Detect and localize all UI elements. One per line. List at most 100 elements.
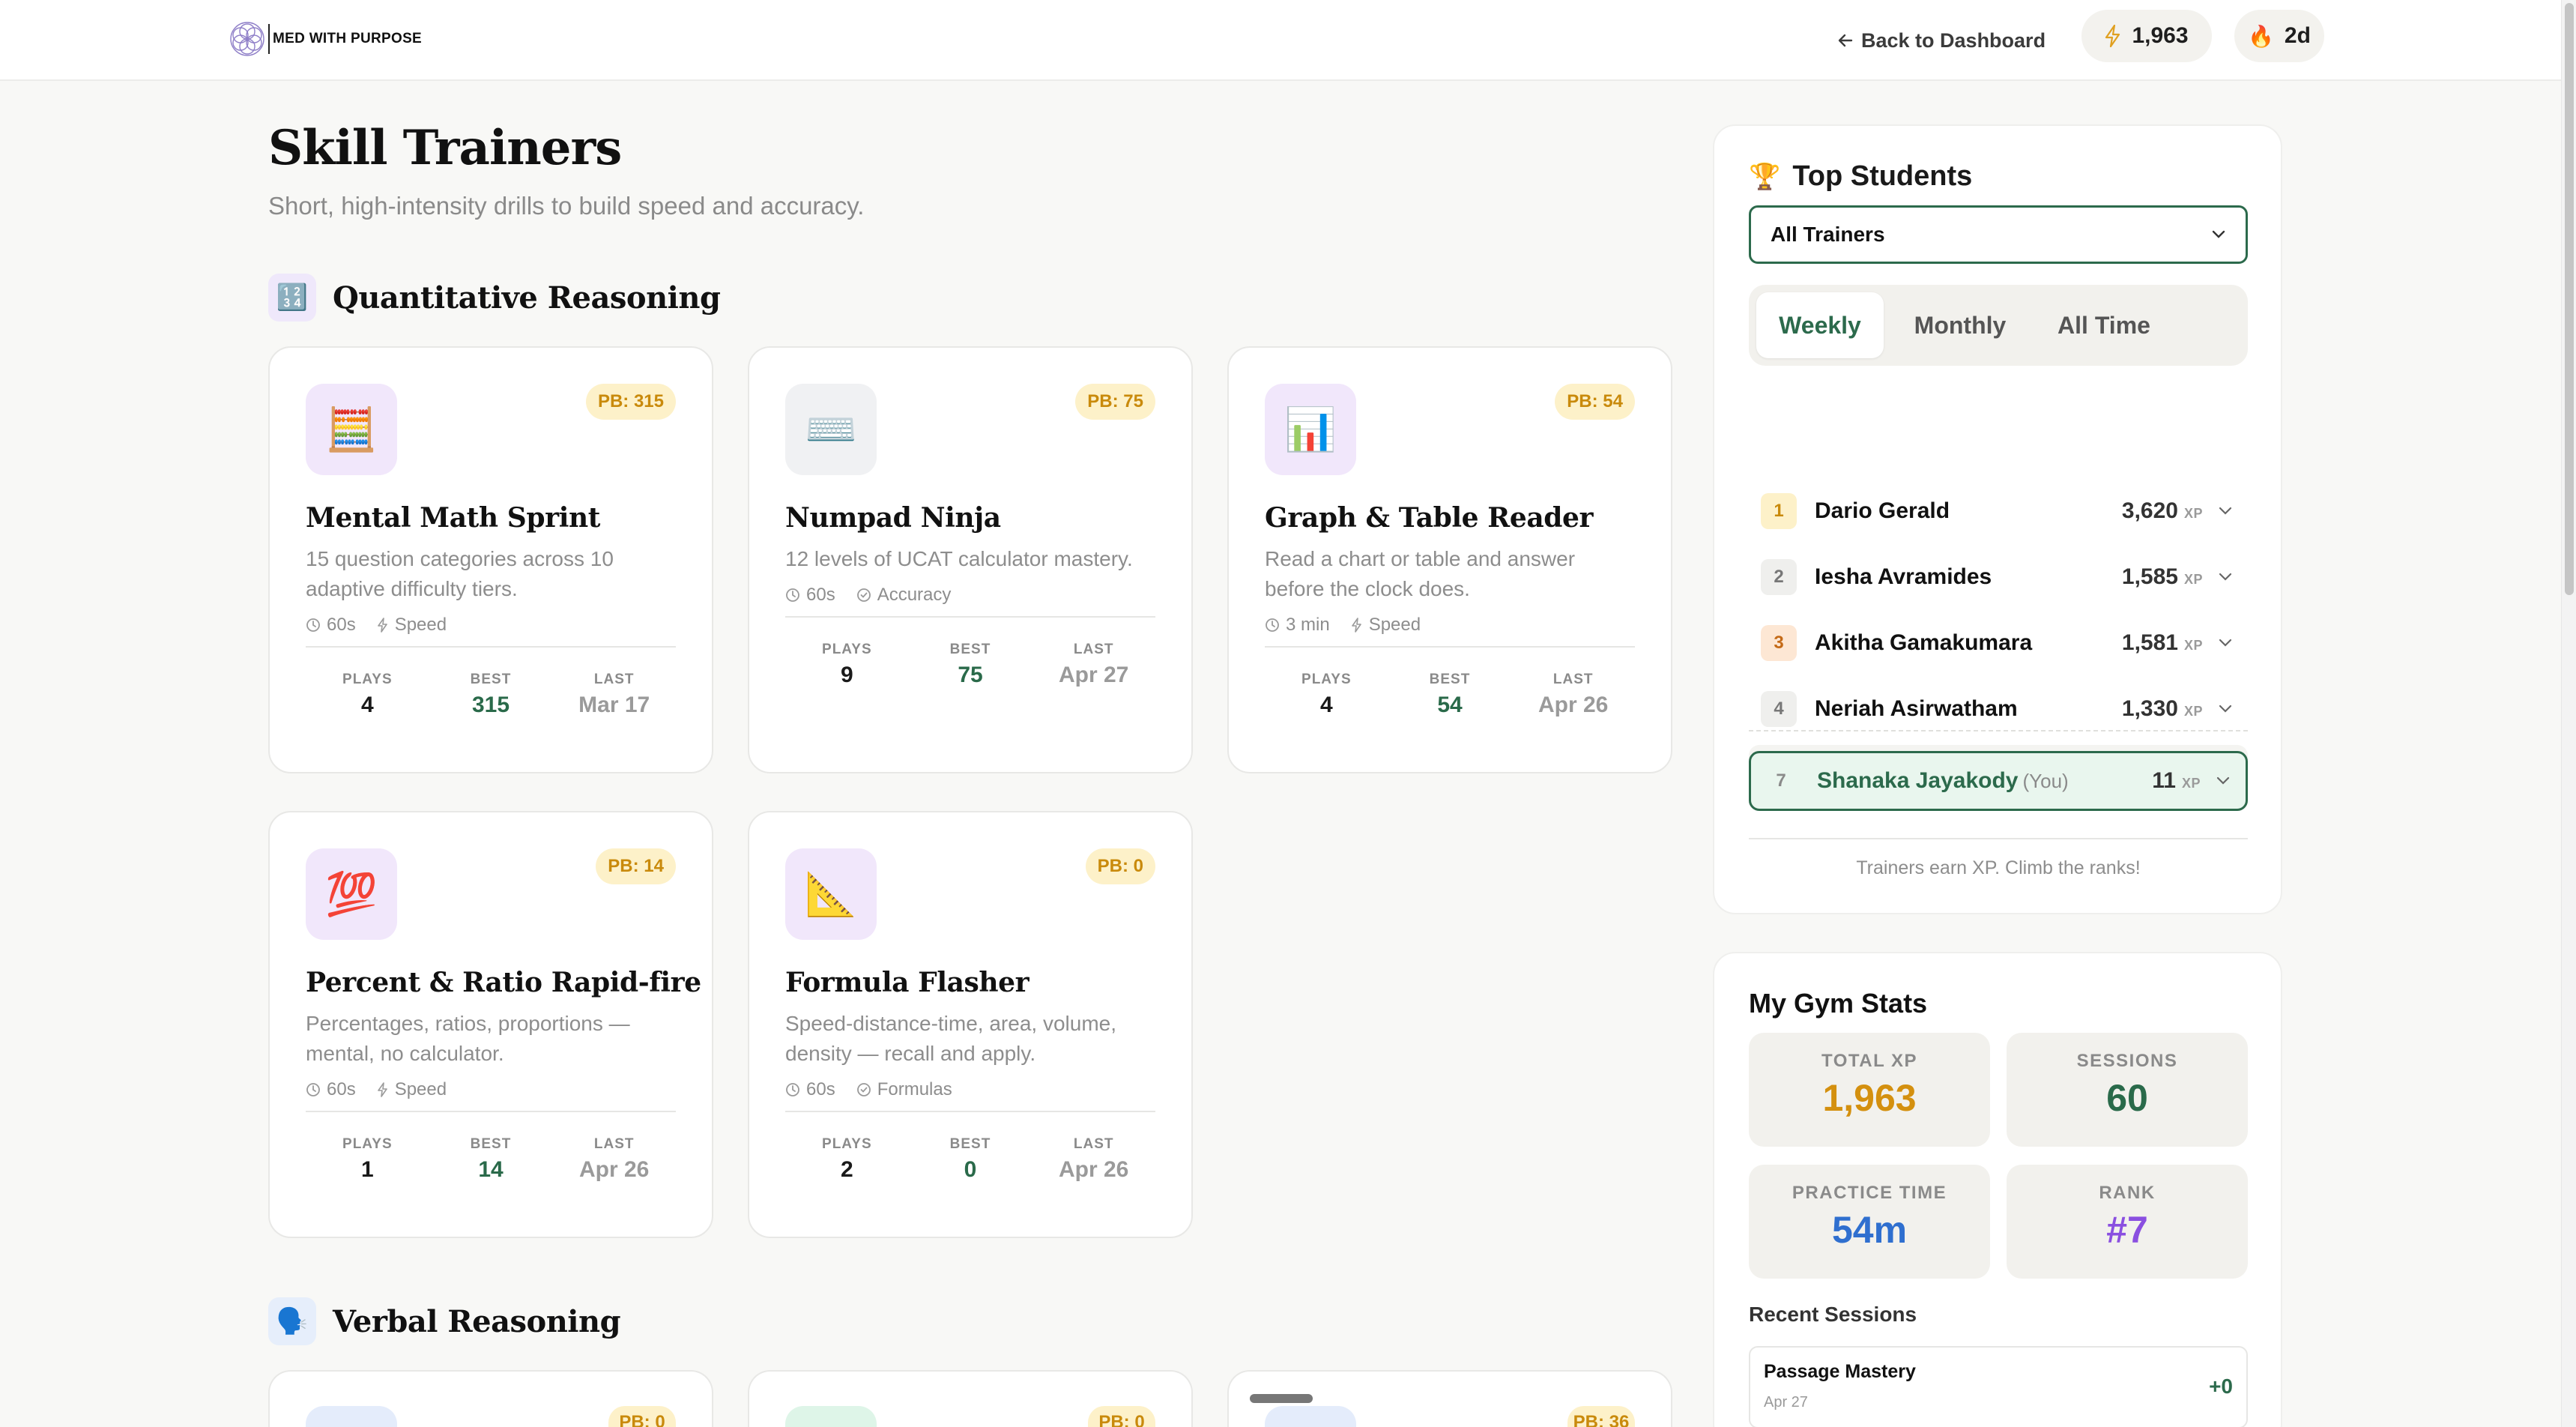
best-stat: BEST 14 (470, 1136, 512, 1182)
trainer-stats: PLAYS 1 BEST 14 LAST Apr 26 (306, 1136, 676, 1183)
personal-best-badge: PB: 14 (596, 848, 676, 884)
rank-number: 2 (1761, 559, 1797, 595)
student-xp: 11 XP (2152, 768, 2201, 793)
plays-stat: PLAYS 4 (342, 672, 393, 717)
xp-value: 1,963 (2132, 23, 2189, 48)
trainer-description: Speed-distance-time, area, volume, densi… (785, 1012, 1116, 1065)
section-header-verbal: 🗣️ Verbal Reasoning (268, 1297, 621, 1346)
drag-handle[interactable] (1250, 1394, 1313, 1403)
trainer-meta: 60s Speed (306, 615, 447, 636)
leaderboard-row[interactable]: 1 Dario Gerald 3,620 XP (1749, 481, 2248, 541)
leaderboard-divider (1749, 730, 2248, 731)
skill-tag: Speed (377, 615, 447, 636)
trainer-title: Numpad Ninja (785, 502, 1001, 534)
card-divider (306, 646, 676, 648)
expand-chevron-icon[interactable] (2203, 639, 2248, 648)
card-divider (785, 1111, 1155, 1112)
tab-all-time[interactable]: All Time (2037, 292, 2171, 358)
skill-tag: Formulas (856, 1079, 952, 1100)
session-name: Passage Mastery (1764, 1361, 1916, 1382)
logo-text: MED WITH PURPOSE (273, 31, 423, 46)
check-circle-icon (856, 588, 871, 603)
stat-value: 54m (1831, 1209, 1908, 1251)
logo[interactable]: MED WITH PURPOSE (228, 18, 422, 60)
leaderboard-footer-text: Trainers earn XP. Climb the ranks! (1856, 857, 2141, 878)
stat-label: TOTAL XP (1821, 1051, 1917, 1071)
leaderboard-row[interactable]: 2 Iesha Avramides 1,585 XP (1749, 547, 2248, 607)
session-xp: +0 (2209, 1375, 2233, 1398)
leaderboard-row[interactable]: 3 Akitha Gamakumara 1,581 XP (1749, 613, 2248, 673)
leaderboard-footer-rule (1749, 838, 2248, 839)
clock-icon (306, 618, 321, 633)
trainer-filter-select[interactable]: All Trainers (1749, 205, 2248, 264)
trainer-icon (306, 1406, 397, 1427)
trainer-description: Read a chart or table and answer before … (1265, 547, 1576, 600)
trainer-stats: PLAYS 4 BEST 54 LAST Apr 26 (1265, 672, 1635, 718)
recent-session-item[interactable]: Passage Mastery Apr 27 +0 (1749, 1346, 2248, 1427)
student-name: Dario Gerald (1815, 498, 1950, 523)
logo-divider (268, 24, 270, 54)
trainer-card[interactable]: 📐 PB: 0 Formula Flasher Speed-distance-t… (748, 811, 1193, 1238)
scrollbar-thumb[interactable] (2565, 3, 2574, 595)
stat-value: 1,963 (1822, 1077, 1917, 1119)
streak-value: 2d (2284, 23, 2311, 48)
stat-label: RANK (2099, 1183, 2156, 1203)
section-title: Quantitative Reasoning (333, 280, 721, 316)
clock-icon (785, 588, 800, 603)
xp-pill[interactable]: 1,963 (2081, 10, 2212, 62)
tab-weekly[interactable]: Weekly (1756, 292, 1884, 358)
rank-number: 7 (1776, 770, 1786, 791)
expand-chevron-icon[interactable] (2203, 507, 2248, 516)
trainer-icon: 📐 (785, 848, 877, 940)
student-name: Neriah Asirwatham (1815, 696, 2018, 721)
last-played-stat: LAST Apr 26 (1058, 1136, 1129, 1182)
trainer-card[interactable]: 📊 PB: 54 Graph & Table Reader Read a cha… (1227, 346, 1672, 773)
arrow-left-icon (1838, 34, 1853, 47)
trainer-stats: PLAYS 2 BEST 0 LAST Apr 26 (785, 1136, 1155, 1183)
back-to-dashboard-link[interactable]: Back to Dashboard (1837, 21, 2046, 60)
last-played-stat: LAST Mar 17 (578, 672, 650, 717)
page-subtitle: Short, high-intensity drills to build sp… (268, 192, 865, 220)
leaderboard-row-current-user[interactable]: 7 Shanaka Jayakody (You) 11 XP (1749, 751, 2248, 811)
expand-chevron-icon[interactable] (2201, 776, 2246, 785)
trainer-icon: 📊 (1265, 384, 1356, 475)
trainer-stats: PLAYS 4 BEST 315 LAST Mar 17 (306, 672, 676, 718)
gym-stats-title: My Gym Stats (1749, 988, 1928, 1019)
trainer-card[interactable]: 🧮 PB: 315 Mental Math Sprint 15 question… (268, 346, 713, 773)
total-xp-tile: TOTAL XP 1,963 (1749, 1033, 1990, 1147)
clock-icon (306, 1082, 321, 1097)
trainer-card[interactable]: 💯 PB: 14 Percent & Ratio Rapid-fire Perc… (268, 811, 713, 1238)
rank-number: 4 (1761, 691, 1797, 727)
card-divider (1265, 646, 1635, 648)
expand-chevron-icon[interactable] (2203, 573, 2248, 582)
streak-pill[interactable]: 🔥 2d (2234, 10, 2324, 62)
tab-monthly[interactable]: Monthly (1893, 292, 2028, 358)
trainer-card[interactable]: ⌨️ PB: 75 Numpad Ninja 12 levels of UCAT… (748, 346, 1193, 773)
personal-best-badge: PB: 0 (608, 1406, 676, 1427)
skill-tag: Speed (1351, 615, 1421, 636)
stat-label: SESSIONS (2076, 1051, 2178, 1071)
duration-tag: 3 min (1265, 615, 1330, 636)
trainer-meta: 60s Accuracy (785, 585, 951, 606)
sessions-tile: SESSIONS 60 (2007, 1033, 2248, 1147)
best-stat: BEST 54 (1429, 672, 1471, 717)
speaking-head-icon: 🗣️ (268, 1297, 316, 1345)
trainer-card-partial[interactable]: PB: 0 (268, 1370, 713, 1427)
lotus-logo-icon (230, 22, 264, 56)
lightning-icon (377, 618, 389, 633)
rank-number: 1 (1761, 493, 1797, 529)
clock-icon (1265, 618, 1280, 633)
plays-stat: PLAYS 1 (342, 1136, 393, 1182)
lightning-icon (2105, 25, 2120, 47)
expand-chevron-icon[interactable] (2203, 705, 2248, 714)
check-circle-icon (856, 1082, 871, 1097)
trainer-stats: PLAYS 9 BEST 75 LAST Apr 27 (785, 642, 1155, 688)
student-name: Iesha Avramides (1815, 564, 1992, 589)
trainer-title: Graph & Table Reader (1265, 502, 1594, 534)
leaderboard-title-text: Top Students (1792, 160, 1973, 192)
rank-number: 3 (1761, 625, 1797, 661)
trainer-icon (785, 1406, 877, 1427)
last-played-stat: LAST Apr 27 (1058, 642, 1129, 687)
you-label: (You) (2022, 770, 2069, 792)
trainer-card-partial[interactable]: PB: 0 (748, 1370, 1193, 1427)
